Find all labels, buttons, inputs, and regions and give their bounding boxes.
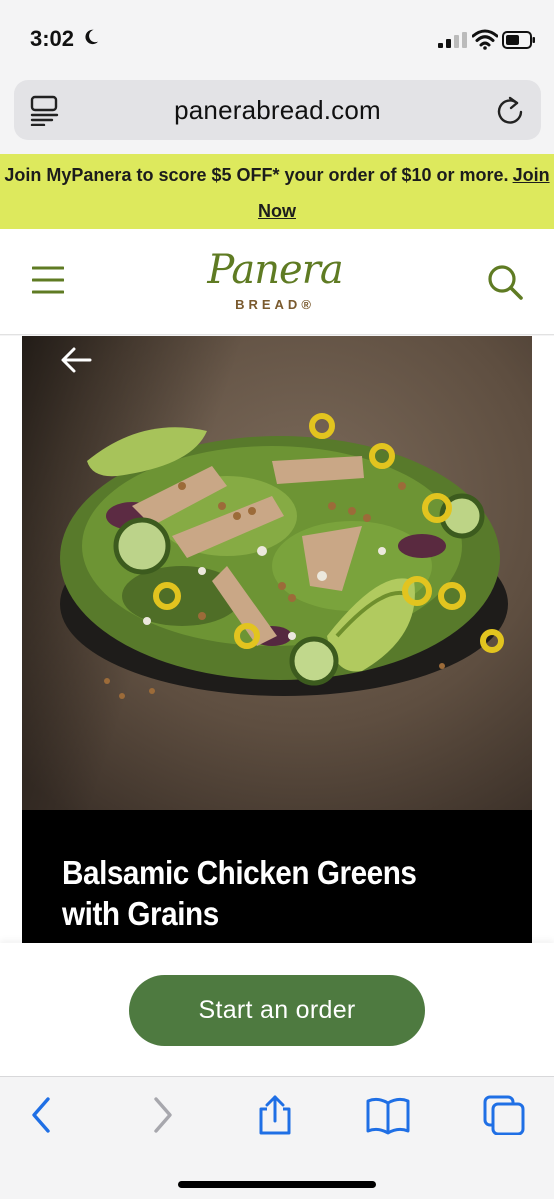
site-header: Panera BREAD® [0, 229, 554, 335]
cellular-signal-icon [438, 32, 467, 48]
back-arrow-icon[interactable] [60, 346, 94, 374]
logo-wordmark: Panera [207, 247, 343, 293]
cta-area: Start an order [0, 943, 554, 1076]
product-image [22, 336, 532, 810]
forward-icon[interactable] [140, 1095, 184, 1135]
back-icon[interactable] [20, 1095, 64, 1135]
share-icon[interactable] [253, 1095, 297, 1135]
product-detail: Balsamic Chicken Greens with Grains [0, 336, 554, 944]
battery-icon [502, 31, 535, 49]
moon-icon [85, 29, 99, 45]
bookmarks-icon[interactable] [366, 1095, 410, 1135]
address-bar[interactable]: panerabread.com [14, 80, 541, 140]
logo-subtitle: BREAD® [235, 297, 315, 312]
status-bar: 3:02 [0, 0, 554, 78]
browser-toolbar [0, 1076, 554, 1199]
panera-logo[interactable]: Panera BREAD® [190, 247, 360, 329]
status-time: 3:02 [30, 26, 75, 51]
hamburger-menu-icon[interactable] [32, 265, 64, 295]
home-indicator[interactable] [178, 1181, 376, 1188]
url-text[interactable]: panerabread.com [14, 95, 541, 126]
start-order-button[interactable]: Start an order [129, 975, 425, 1046]
promo-text: Join MyPanera to score $5 OFF* your orde… [4, 165, 509, 185]
wifi-icon [472, 29, 498, 50]
search-icon[interactable] [486, 263, 524, 301]
salad-photo [22, 336, 532, 810]
promo-banner: Join MyPanera to score $5 OFF* your orde… [0, 154, 554, 229]
product-title: Balsamic Chicken Greens with Grains [62, 854, 417, 932]
tabs-icon[interactable] [482, 1095, 526, 1135]
product-title-block: Balsamic Chicken Greens with Grains [22, 810, 532, 944]
reload-icon[interactable] [495, 94, 525, 126]
